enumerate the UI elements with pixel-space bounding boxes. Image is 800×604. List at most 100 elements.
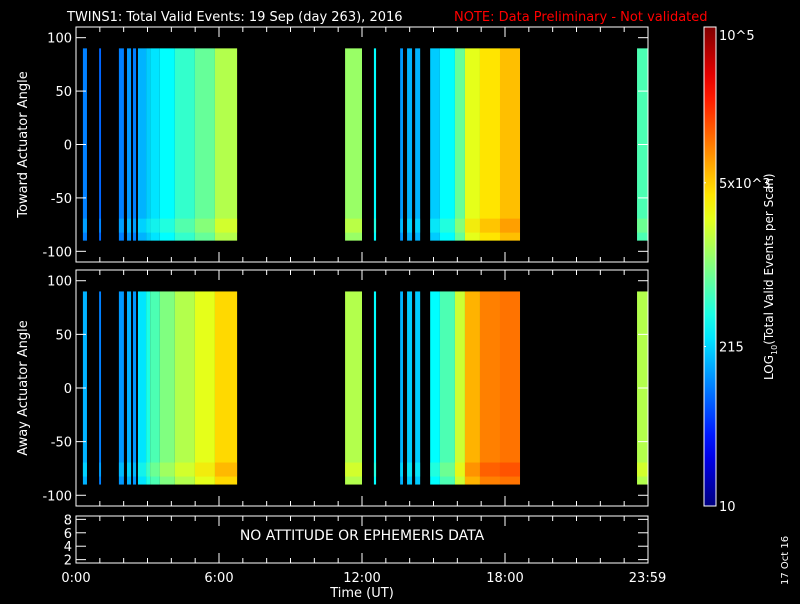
heatmap-cell: [146, 462, 151, 477]
heatmap-cell: [99, 218, 102, 233]
x-tick-label: 6:00: [204, 571, 233, 586]
y-tick-label: 0: [64, 382, 72, 397]
heatmap-cell: [150, 218, 160, 233]
colorbar-tick-label: 10: [719, 500, 736, 515]
heatmap-cell: [345, 291, 362, 485]
heatmap-cell: [214, 462, 238, 477]
heatmap-cell: [479, 218, 500, 233]
heatmap-cell: [137, 48, 147, 241]
panel-toward-heatmap: [82, 48, 648, 241]
heatmap-cell: [637, 218, 648, 233]
heatmap-cell: [174, 462, 195, 477]
heatmap-cell: [400, 291, 403, 485]
heatmap-cell: [150, 48, 160, 241]
heatmap-cell: [159, 291, 175, 485]
date-stamp: 17 Oct 16: [780, 536, 791, 585]
heatmap-cell: [174, 291, 195, 485]
y-tick-label: 50: [55, 328, 72, 343]
preliminary-note: NOTE: Data Preliminary - Not validated: [454, 10, 708, 25]
colorbar-label-rest: (Total Valid Events per Scan): [762, 173, 776, 344]
heatmap-cell: [118, 218, 124, 233]
x-tick-label: 18:00: [486, 571, 523, 586]
colorbar-tick-label: 215: [719, 340, 744, 355]
x-tick-label: 0:00: [61, 571, 90, 586]
heatmap-cell: [479, 48, 500, 241]
x-tick-label: 23:59: [629, 571, 666, 586]
heatmap-cell: [415, 462, 421, 477]
colorbar-label-sub: 10: [770, 345, 779, 355]
heatmap-cell: [132, 462, 137, 477]
heatmap-cell: [479, 291, 500, 485]
panel-away-heatmap: [82, 291, 648, 485]
colorbar-tick-label: 10^5: [719, 29, 755, 44]
heatmap-cell: [194, 462, 215, 477]
y-tick-label: -50: [51, 192, 72, 207]
heatmap-cell: [194, 48, 215, 241]
heatmap-cell: [430, 48, 440, 241]
heatmap-cell: [373, 48, 377, 241]
heatmap-cell: [373, 462, 377, 477]
heatmap-cell: [464, 291, 480, 485]
heatmap-cell: [99, 48, 102, 241]
heatmap-cell: [430, 218, 440, 233]
panels: 100 50 0 -50 -100 Toward Actuator Angle 100 50 0…: [16, 26, 666, 586]
heatmap-cell: [400, 462, 403, 477]
heatmap-cell: [146, 48, 151, 241]
heatmap-cell: [464, 48, 480, 241]
heatmap-cell: [439, 291, 455, 485]
heatmap-cell: [400, 218, 403, 233]
y-tick-label: 50: [55, 85, 72, 100]
heatmap-cell: [407, 291, 413, 485]
heatmap-cell: [439, 462, 455, 477]
heatmap-cell: [194, 291, 215, 485]
heatmap-cell: [137, 291, 147, 485]
heatmap-cell: [137, 218, 147, 233]
heatmap-cell: [407, 48, 413, 241]
ephemeris-message: NO ATTITUDE OR EPHEMERIS DATA: [240, 528, 485, 544]
heatmap-cell: [464, 218, 480, 233]
heatmap-cell: [99, 291, 102, 485]
plot-title: TWINS1: Total Valid Events: 19 Sep (day …: [66, 10, 403, 25]
heatmap-cell: [454, 218, 465, 233]
heatmap-cell: [430, 291, 440, 485]
x-axis-label: Time (UT): [329, 586, 394, 600]
heatmap-cell: [194, 218, 215, 233]
heatmap-cell: [345, 218, 362, 233]
heatmap-cell: [439, 218, 455, 233]
heatmap-cell: [345, 48, 362, 241]
heatmap-cell: [479, 462, 500, 477]
heatmap-cell: [159, 462, 175, 477]
heatmap-cell: [146, 291, 151, 485]
heatmap-cell: [499, 291, 521, 485]
heatmap-cell: [454, 48, 465, 241]
heatmap-cell: [373, 218, 377, 233]
heatmap-cell: [159, 218, 175, 233]
heatmap-cell: [464, 462, 480, 477]
x-tick-label: 12:00: [343, 571, 380, 586]
heatmap-cell: [146, 218, 151, 233]
heatmap-cell: [454, 462, 465, 477]
heatmap-cell: [499, 218, 521, 233]
heatmap-cell: [373, 291, 377, 485]
heatmap-cell: [118, 48, 124, 241]
y-tick-label: -100: [42, 489, 72, 504]
heatmap-cell: [127, 462, 132, 477]
colorbar-scale: [703, 26, 717, 507]
heatmap-cell: [174, 48, 195, 241]
heatmap-cell: [127, 48, 132, 241]
colorbar: 102155x10^310^5LOG10(Total Valid Events …: [703, 26, 779, 515]
y-tick-label: -100: [42, 245, 72, 260]
heatmap-cell: [132, 291, 137, 485]
panel-away-ylabel: Away Actuator Angle: [16, 320, 31, 455]
heatmap-cell: [127, 218, 132, 233]
heatmap-cell: [82, 462, 87, 477]
heatmap-cell: [99, 462, 102, 477]
spectrogram-figure: TWINS1: Total Valid Events: 19 Sep (day …: [16, 10, 791, 601]
colorbar-label-main: LOG: [762, 355, 776, 380]
heatmap-cell: [400, 48, 403, 241]
heatmap-cell: [214, 48, 238, 241]
heatmap-cell: [150, 291, 160, 485]
heatmap-cell: [118, 291, 124, 485]
panel-toward-ylabel: Toward Actuator Angle: [16, 71, 31, 218]
heatmap-cell: [127, 291, 132, 485]
